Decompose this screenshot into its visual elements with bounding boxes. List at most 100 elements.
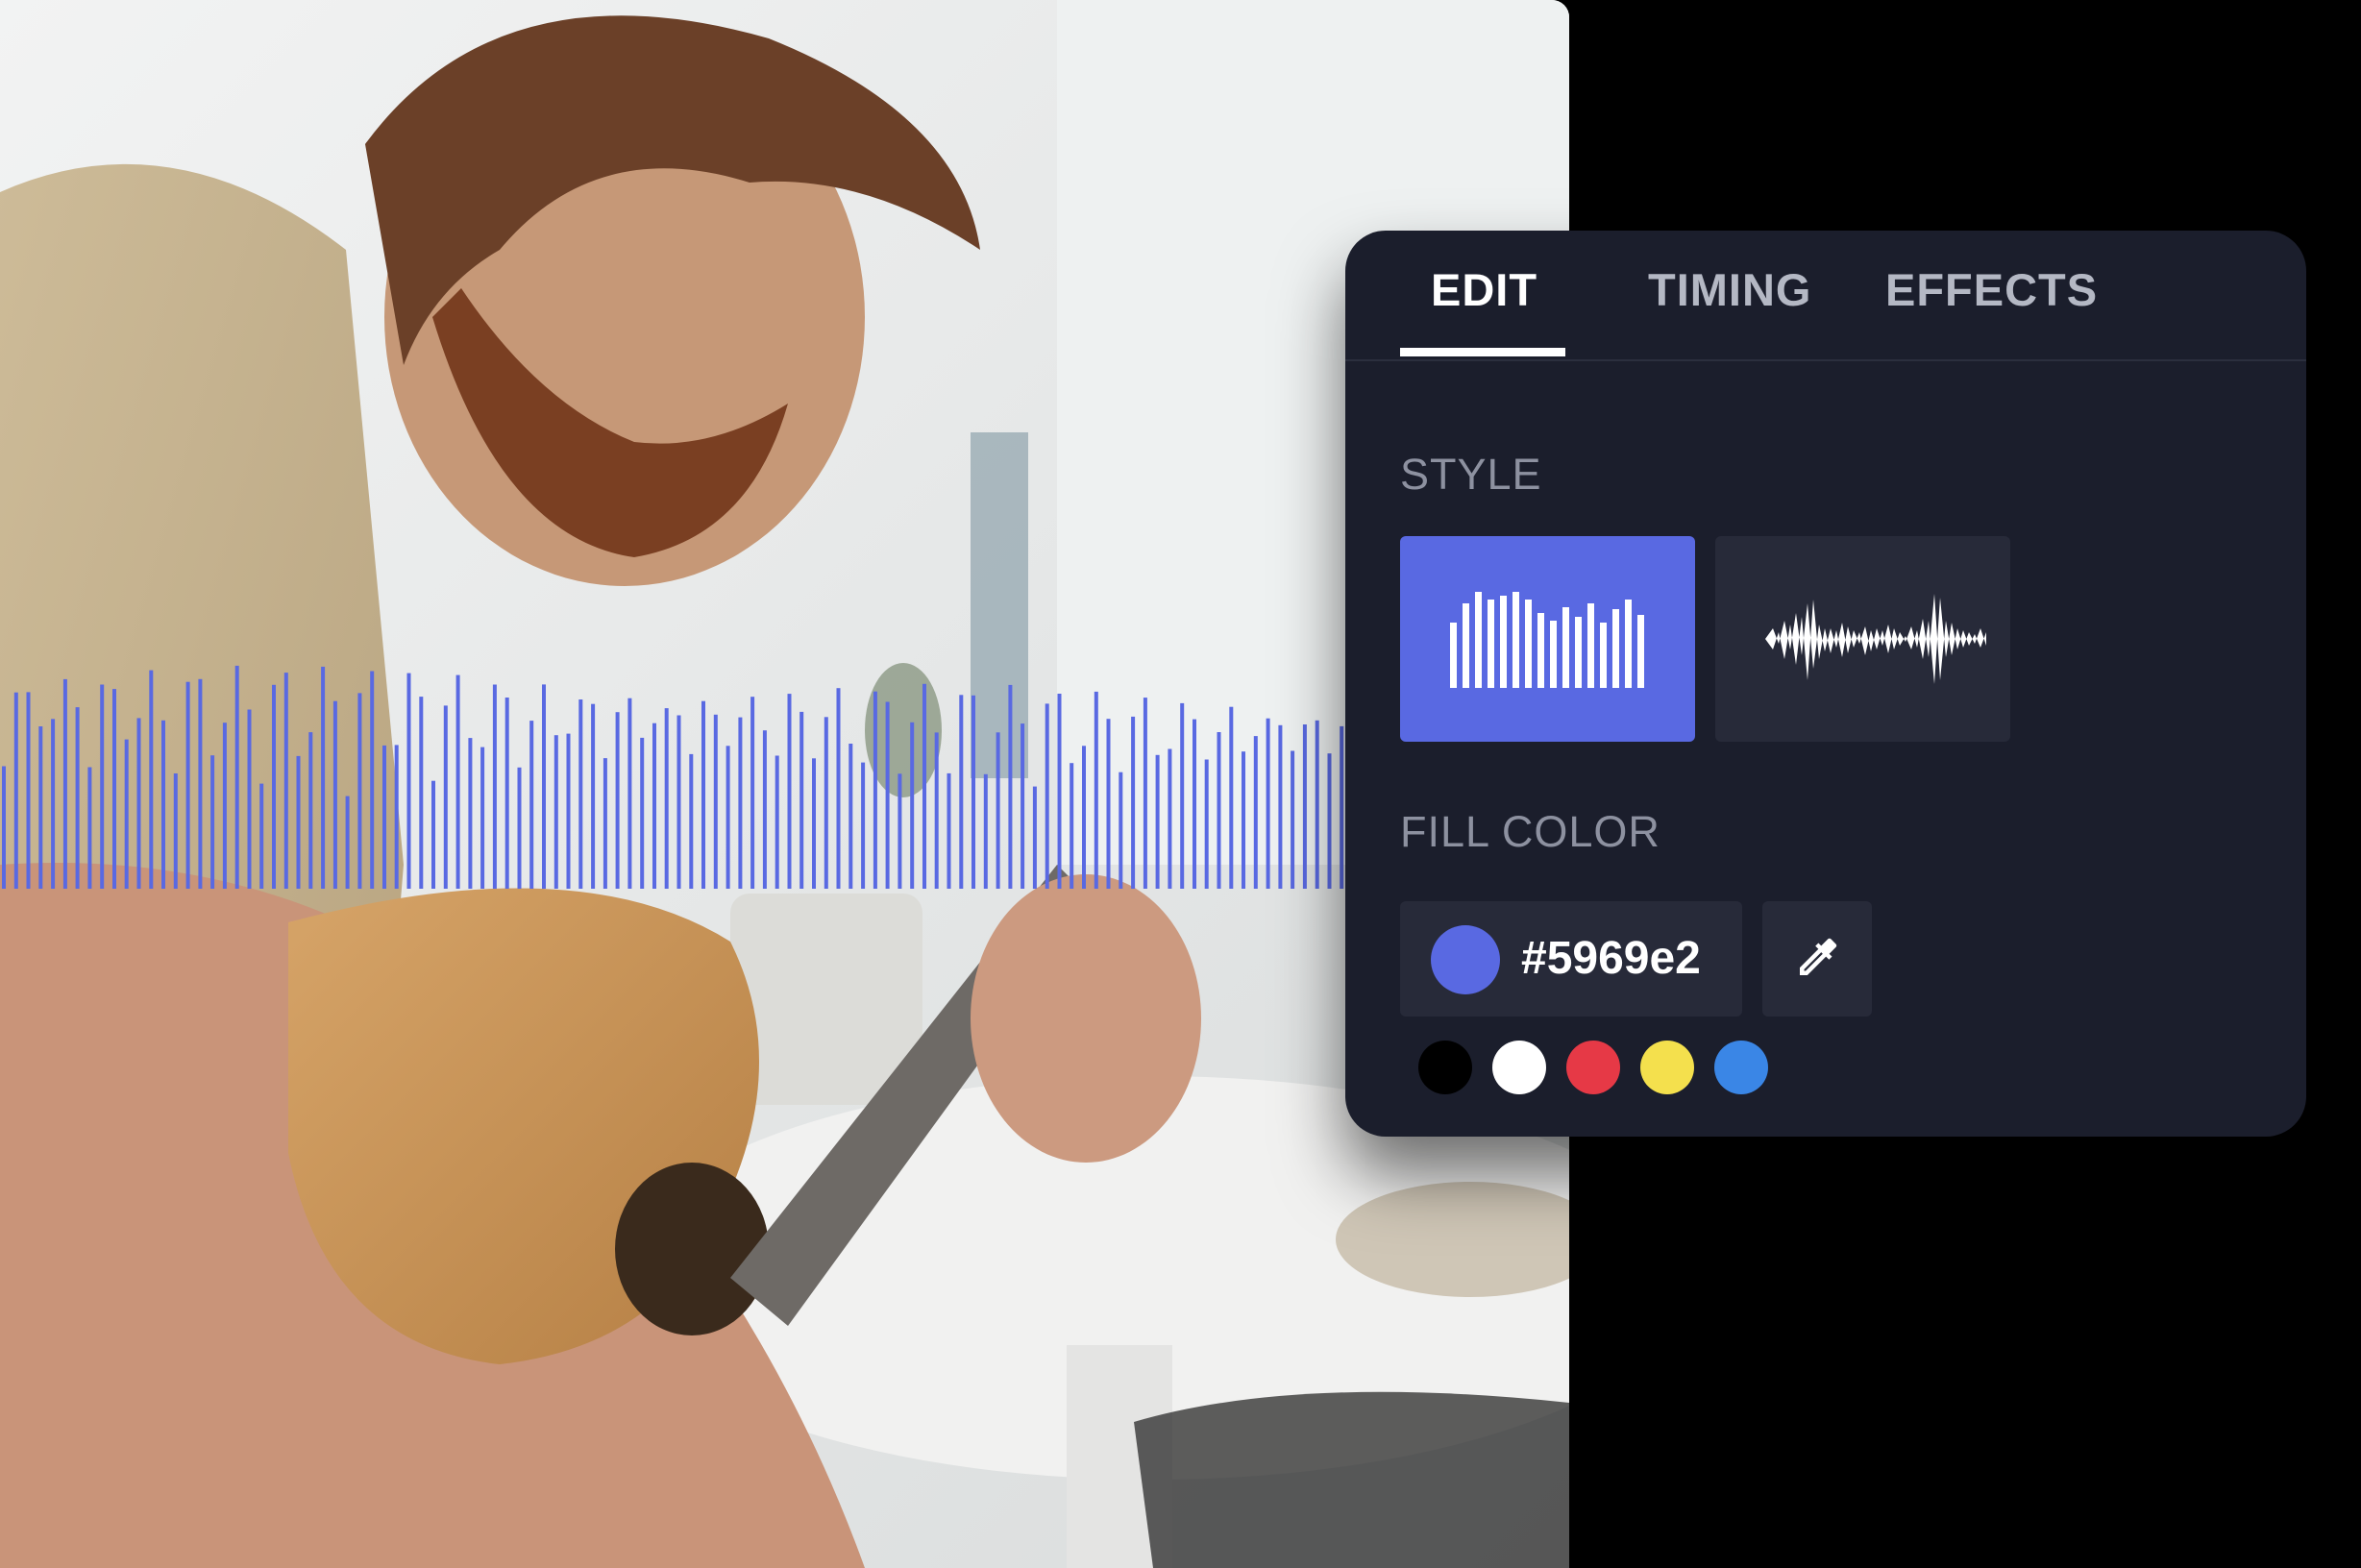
waveform-bar [419, 697, 424, 889]
waveform-bar [1204, 759, 1209, 889]
waveform-bar [406, 673, 411, 889]
waveform-bar [468, 738, 473, 889]
waveform-bar [812, 758, 816, 889]
waveform-bar [136, 718, 141, 889]
style-option-wave[interactable] [1715, 536, 2010, 742]
eyedropper-icon [1800, 938, 1837, 975]
waveform-bar [51, 719, 56, 889]
waveform-bar [676, 715, 681, 889]
tab-timing[interactable]: TIMING [1648, 263, 1811, 316]
waveform-bar [1193, 719, 1196, 889]
waveform-bar [959, 695, 964, 889]
waveform-bar [357, 693, 362, 889]
waveform-bar [1070, 763, 1074, 889]
waveform-bar [247, 709, 252, 889]
waveform-bar [1266, 718, 1270, 889]
waveform-bar [234, 665, 239, 889]
waveform-bar [100, 684, 105, 889]
waveform-bar [873, 691, 877, 889]
audio-waveform-overlay [2, 665, 1344, 889]
waveform-bar [1340, 725, 1344, 889]
preset-color-white[interactable] [1492, 1041, 1546, 1094]
waveform-bar [603, 758, 607, 889]
waveform-bar [799, 711, 804, 889]
tab-bar: EDIT TIMING EFFECTS [1400, 231, 2306, 361]
waveform-bar [910, 722, 915, 889]
preset-color-red[interactable] [1566, 1041, 1620, 1094]
active-tab-indicator [1400, 348, 1565, 356]
waveform-bar [553, 735, 558, 889]
waveform-editor-panel: EDIT TIMING EFFECTS STYLE FILL COLOR #59… [1345, 231, 2306, 1137]
fill-color-hex-value[interactable]: #5969e2 [1521, 932, 1701, 985]
waveform-bar [775, 755, 779, 889]
preset-color-blue[interactable] [1714, 1041, 1768, 1094]
waveform-bar [382, 745, 386, 889]
waveform-bar [664, 708, 669, 889]
current-color-swatch [1431, 925, 1500, 994]
waveform-bar [345, 796, 350, 889]
waveform-bar [971, 695, 975, 889]
waveform-bar [480, 747, 485, 889]
waveform-bar [332, 700, 337, 889]
waveform-bar [726, 746, 730, 889]
waveform-bar [578, 699, 583, 889]
waveform-bar [1045, 703, 1049, 889]
tab-edit[interactable]: EDIT [1431, 263, 1537, 316]
waveform-bar [370, 671, 375, 889]
waveform-bar [259, 783, 264, 889]
waveform-bar [1021, 723, 1025, 889]
waveform-bar [1315, 720, 1319, 889]
waveform-bar [738, 717, 743, 889]
waveform-bar [566, 733, 571, 889]
waveform-bar [517, 767, 522, 889]
waveform-bar [848, 744, 853, 889]
waveform-bar [455, 674, 460, 889]
waveform-bar [1168, 748, 1172, 889]
waveform-bar [1143, 698, 1147, 889]
waveform-bar [1155, 754, 1160, 889]
waveform-bar [1253, 736, 1258, 889]
waveform-bar [1131, 716, 1136, 889]
waveform-bar [1032, 786, 1037, 889]
waveform-bar [591, 703, 596, 889]
tab-effects[interactable]: EFFECTS [1885, 263, 2098, 316]
waveform-bar [824, 717, 828, 889]
waveform-bar [308, 732, 313, 889]
preset-color-black[interactable] [1418, 1041, 1472, 1094]
waveform-bar [1057, 694, 1062, 889]
style-option-bars[interactable] [1400, 536, 1695, 742]
waveform-bar [161, 720, 165, 889]
waveform-bar [762, 730, 767, 889]
waveform-bar [1278, 724, 1283, 889]
fill-color-field[interactable]: #5969e2 [1400, 901, 1742, 1017]
waveform-bar [1082, 746, 1086, 889]
waveform-bar [112, 689, 116, 889]
waveform-bar [1106, 719, 1111, 889]
waveform-bar [640, 737, 645, 889]
waveform-bar [1327, 753, 1332, 889]
waveform-bar [38, 726, 43, 889]
waveform-bar [885, 701, 890, 889]
waveform-bar [701, 700, 705, 889]
waveform-bar [321, 666, 326, 889]
waveform-bar [26, 692, 31, 889]
fill-color-section-label: FILL COLOR [1400, 807, 1660, 856]
waveform-bar [62, 678, 67, 889]
waveform-bar [1217, 732, 1221, 889]
waveform-bar [934, 732, 939, 889]
bars-waveform-icon [1450, 592, 1644, 688]
waveform-bar [443, 705, 448, 889]
waveform-bar [861, 762, 866, 889]
waveform-bar [1229, 706, 1234, 889]
waveform-bar [996, 732, 1000, 889]
waveform-bar [75, 707, 80, 889]
preset-color-yellow[interactable] [1640, 1041, 1694, 1094]
waveform-bar [652, 723, 656, 889]
waveform-bar [1302, 724, 1307, 889]
waveform-bar [431, 780, 435, 889]
waveform-bar [222, 723, 227, 889]
waveform-bar [1291, 750, 1295, 889]
waveform-bar [272, 684, 276, 889]
style-section-label: STYLE [1400, 450, 1542, 499]
eyedropper-button[interactable] [1762, 901, 1872, 1017]
